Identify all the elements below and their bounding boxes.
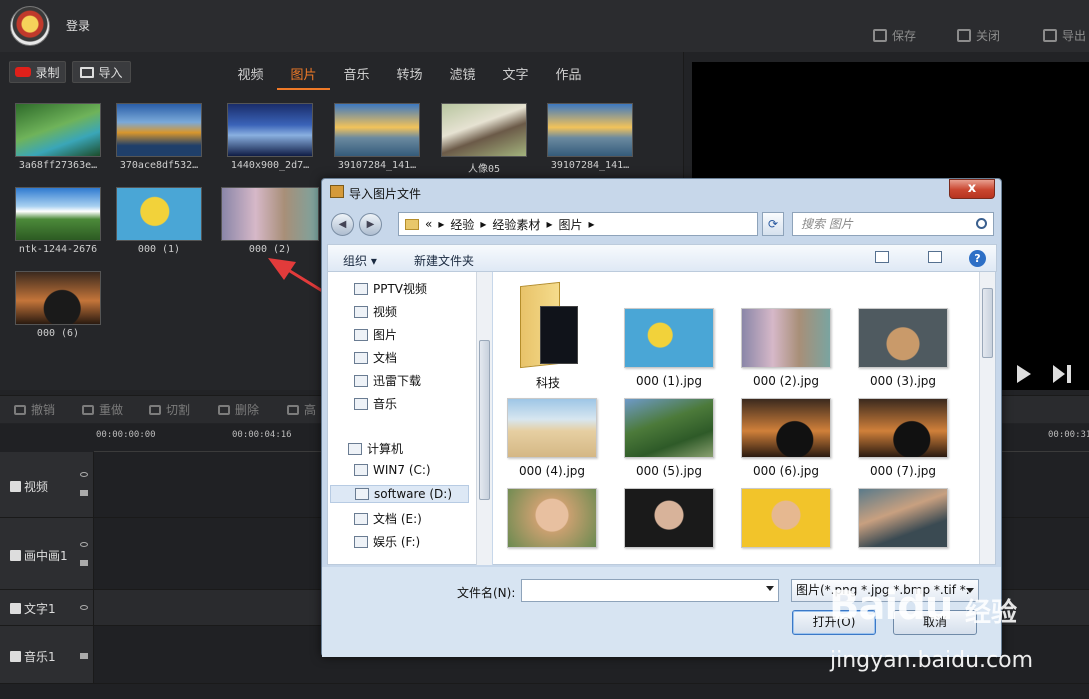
address-bar[interactable]: « ▸ 经验 ▸ 经验素材 ▸ 图片 ▸: [398, 212, 758, 236]
dialog-title: 导入图片文件: [349, 187, 422, 201]
file-thumbnail[interactable]: [507, 398, 597, 458]
breadcrumb-overflow[interactable]: «: [425, 217, 432, 231]
preview-pane-icon[interactable]: [928, 251, 942, 263]
nav-item-thunder[interactable]: 迅雷下载: [354, 372, 421, 389]
chevron-down-icon[interactable]: [766, 586, 774, 591]
nav-drive-e[interactable]: 文档 (E:): [354, 510, 422, 527]
navigation-pane: PPTV视频 视频 图片 文档 迅雷下载 音乐 计算机 WIN7 (C:) so…: [327, 272, 492, 565]
hard-drive-icon: [354, 512, 368, 525]
file-label[interactable]: 科技: [493, 374, 603, 391]
hard-drive-icon: [355, 488, 369, 500]
picture-library-icon: [354, 328, 368, 341]
breadcrumb-item[interactable]: 图片: [558, 216, 582, 233]
watermark-url: jingyan.baidu.com: [830, 648, 1034, 673]
document-library-icon: [354, 351, 368, 364]
breadcrumb-item[interactable]: 经验: [450, 216, 474, 233]
music-note-icon: [354, 397, 368, 410]
command-bar: 组织 ▾ 新建文件夹 ?: [327, 244, 997, 272]
file-thumbnail[interactable]: [858, 398, 948, 458]
file-label[interactable]: 000 (5).jpg: [614, 464, 724, 478]
nav-drive-c[interactable]: WIN7 (C:): [354, 463, 431, 477]
file-scrollbar-thumb[interactable]: [982, 288, 993, 358]
file-thumbnail[interactable]: [624, 308, 714, 368]
search-icon: [976, 218, 987, 229]
file-scrollbar[interactable]: [979, 272, 995, 564]
nav-item-documents[interactable]: 文档: [354, 349, 397, 366]
filename-label: 文件名(N):: [457, 586, 516, 600]
file-thumbnail[interactable]: [741, 398, 831, 458]
download-library-icon: [354, 374, 368, 387]
windows-drive-icon: [354, 464, 368, 476]
file-label[interactable]: 000 (7).jpg: [848, 464, 958, 478]
nav-scrollbar[interactable]: [476, 272, 492, 565]
back-button[interactable]: ◀: [331, 213, 354, 236]
refresh-button[interactable]: ⟳: [762, 212, 784, 236]
nav-scrollbar-thumb[interactable]: [479, 340, 490, 500]
forward-button[interactable]: ▶: [359, 213, 382, 236]
jingyan-watermark: 经验: [965, 598, 1018, 628]
nav-item-computer[interactable]: 计算机: [348, 440, 403, 457]
file-thumbnail[interactable]: [741, 488, 831, 548]
breadcrumb-item[interactable]: 经验素材: [492, 216, 540, 233]
file-list: 科技 000 (1).jpg 000 (2).jpg 000 (3).jpg 0…: [493, 272, 996, 565]
file-thumbnail[interactable]: [741, 308, 831, 368]
file-label[interactable]: 000 (1).jpg: [614, 374, 724, 388]
file-thumbnail[interactable]: [858, 308, 948, 368]
view-options-icon[interactable]: [875, 251, 889, 263]
video-library-icon: [354, 305, 368, 318]
new-folder-button[interactable]: 新建文件夹: [414, 252, 474, 269]
baidu-watermark: Baidu: [829, 583, 953, 629]
search-input[interactable]: 搜索 图片: [792, 212, 994, 236]
dialog-close-button[interactable]: x: [949, 179, 995, 199]
folder-icon: [405, 218, 419, 230]
nav-drive-d[interactable]: software (D:): [330, 485, 469, 503]
file-thumbnail[interactable]: [858, 488, 948, 548]
nav-item-pptv[interactable]: PPTV视频: [354, 280, 427, 297]
nav-item-music[interactable]: 音乐: [354, 395, 397, 412]
file-label[interactable]: 000 (3).jpg: [848, 374, 958, 388]
help-icon[interactable]: ?: [969, 250, 986, 267]
file-label[interactable]: 000 (4).jpg: [497, 464, 607, 478]
file-thumbnail[interactable]: [507, 488, 597, 548]
folder-icon[interactable]: [518, 281, 578, 369]
file-thumbnail[interactable]: [624, 488, 714, 548]
file-label[interactable]: 000 (6).jpg: [731, 464, 841, 478]
file-label[interactable]: 000 (2).jpg: [731, 374, 841, 388]
nav-drive-f[interactable]: 娱乐 (F:): [354, 533, 420, 550]
dialog-app-icon: [330, 185, 344, 198]
video-library-icon: [354, 282, 368, 295]
organize-menu[interactable]: 组织 ▾: [343, 252, 377, 269]
nav-item-videos[interactable]: 视频: [354, 303, 397, 320]
computer-icon: [348, 442, 362, 455]
hard-drive-icon: [354, 535, 368, 548]
filename-input[interactable]: [521, 579, 779, 602]
file-thumbnail[interactable]: [624, 398, 714, 458]
nav-item-pictures[interactable]: 图片: [354, 326, 397, 343]
